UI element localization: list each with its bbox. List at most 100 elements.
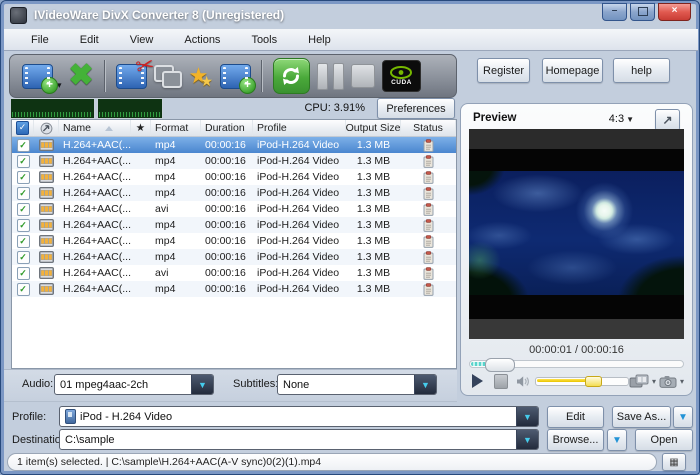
checkbox-checked-icon: ✓ — [17, 139, 30, 152]
register-button[interactable]: Register — [477, 58, 530, 83]
speaker-icon[interactable] — [516, 375, 531, 388]
table-row[interactable]: ✓ H.264+AAC(... mp4 00:00:16 iPod-H.264 … — [12, 169, 456, 185]
browse-dropdown-button[interactable]: ▼ — [607, 429, 627, 451]
table-row[interactable]: ✓ H.264+AAC(... mp4 00:00:16 iPod-H.264 … — [12, 249, 456, 265]
row-checkbox[interactable]: ✓ — [12, 281, 34, 297]
play-button[interactable] — [472, 374, 483, 388]
table-row[interactable]: ✓ H.264+AAC(... mp4 00:00:16 iPod-H.264 … — [12, 137, 456, 153]
file-name: H.264+AAC(... — [59, 185, 131, 201]
help-button[interactable]: help — [613, 58, 670, 83]
stop-button[interactable] — [351, 57, 375, 95]
table-row[interactable]: ✓ H.264+AAC(... mp4 00:00:16 iPod-H.264 … — [12, 153, 456, 169]
file-name: H.264+AAC(... — [59, 201, 131, 217]
table-row[interactable]: ✓ H.264+AAC(... mp4 00:00:16 iPod-H.264 … — [12, 233, 456, 249]
dropdown-arrow-icon[interactable]: ▼ — [191, 375, 213, 394]
audio-select[interactable]: 01 mpeg4aac-2ch ▼ — [54, 374, 214, 395]
edit-profile-button[interactable]: Edit — [547, 406, 604, 428]
aspect-ratio-select[interactable]: 4:3 ▼ — [609, 113, 634, 125]
type-column-header[interactable] — [34, 120, 59, 136]
save-as-dropdown-button[interactable]: ▼ — [673, 406, 693, 428]
convert-arrows-icon — [280, 65, 302, 87]
homepage-button[interactable]: Homepage — [542, 58, 603, 83]
merge-button[interactable]: + — [220, 57, 251, 95]
file-output-size: 1.3 MB — [346, 169, 401, 185]
file-profile: iPod-H.264 Video — [253, 265, 346, 281]
row-checkbox[interactable]: ✓ — [12, 153, 34, 169]
status-column-header[interactable]: Status — [401, 120, 456, 136]
open-folder-button[interactable]: Open — [635, 429, 693, 451]
menu-file[interactable]: File — [31, 31, 49, 49]
seek-handle[interactable] — [485, 358, 515, 372]
table-row[interactable]: ✓ H.264+AAC(... mp4 00:00:16 iPod-H.264 … — [12, 185, 456, 201]
file-duration: 00:00:16 — [201, 217, 253, 233]
subtitles-value: None — [278, 379, 414, 391]
browse-button[interactable]: Browse... — [547, 429, 604, 451]
menu-tools[interactable]: Tools — [251, 31, 277, 49]
camera-snapshot-button[interactable] — [659, 375, 677, 388]
row-checkbox[interactable]: ✓ — [12, 137, 34, 153]
pause-button[interactable] — [317, 57, 344, 95]
file-type-icon — [34, 185, 59, 201]
preferences-button[interactable]: Preferences — [377, 98, 455, 119]
row-checkbox[interactable]: ✓ — [12, 249, 34, 265]
row-checkbox[interactable]: ✓ — [12, 233, 34, 249]
cuda-button[interactable]: CUDA — [382, 60, 421, 92]
table-row[interactable]: ✓ H.264+AAC(... mp4 00:00:16 iPod-H.264 … — [12, 281, 456, 297]
row-checkbox[interactable]: ✓ — [12, 217, 34, 233]
file-name: H.264+AAC(... — [59, 137, 131, 153]
file-profile: iPod-H.264 Video — [253, 281, 346, 297]
file-star — [131, 217, 151, 233]
file-duration: 00:00:16 — [201, 281, 253, 297]
table-row[interactable]: ✓ H.264+AAC(... mp4 00:00:16 iPod-H.264 … — [12, 217, 456, 233]
destination-select[interactable]: C:\sample ▼ — [59, 429, 539, 450]
stop-playback-button[interactable] — [494, 374, 508, 389]
minimize-button[interactable]: – — [602, 3, 627, 21]
row-checkbox[interactable]: ✓ — [12, 169, 34, 185]
trim-button[interactable]: ✂ — [116, 57, 147, 95]
table-row[interactable]: ✓ H.264+AAC(... avi 00:00:16 iPod-H.264 … — [12, 201, 456, 217]
row-checkbox[interactable]: ✓ — [12, 201, 34, 217]
convert-button[interactable] — [273, 58, 310, 94]
file-status-icon — [401, 185, 456, 201]
dropdown-arrow-icon[interactable]: ▼ — [516, 407, 538, 426]
snapshot-film-button[interactable] — [629, 374, 649, 389]
maximize-button[interactable] — [630, 3, 655, 21]
file-name: H.264+AAC(... — [59, 217, 131, 233]
file-output-size: 1.3 MB — [346, 281, 401, 297]
menu-help[interactable]: Help — [308, 31, 331, 49]
dropdown-arrow-icon[interactable]: ▼ — [414, 375, 436, 394]
menu-edit[interactable]: Edit — [80, 31, 99, 49]
menu-actions[interactable]: Actions — [184, 31, 220, 49]
save-as-button[interactable]: Save As... — [612, 406, 671, 428]
name-column-header[interactable]: Name — [59, 120, 131, 136]
menu-view[interactable]: View — [130, 31, 154, 49]
close-button[interactable]: × — [658, 3, 691, 21]
detach-preview-button[interactable]: ↗ — [655, 109, 680, 131]
profile-select[interactable]: iPod - H.264 Video ▼ — [59, 406, 539, 427]
toolbar: + ▾ ✖ ✂ ★ ★ + — [9, 54, 457, 98]
layout-toggle-button[interactable]: ▦ — [662, 453, 686, 471]
output-size-column-header[interactable]: Output Size — [346, 120, 401, 136]
row-checkbox[interactable]: ✓ — [12, 185, 34, 201]
caret-down-icon[interactable]: ▾ — [680, 377, 684, 386]
star-column-header[interactable]: ★ — [131, 120, 151, 136]
dropdown-arrow-icon[interactable]: ▼ — [516, 430, 538, 449]
seek-bar[interactable] — [469, 360, 684, 368]
file-star — [131, 169, 151, 185]
duration-column-header[interactable]: Duration — [201, 120, 253, 136]
row-checkbox[interactable]: ✓ — [12, 265, 34, 281]
checkbox-checked-icon: ✓ — [17, 283, 30, 296]
effect-button[interactable]: ★ ★ — [189, 57, 213, 95]
subtitles-select[interactable]: None ▼ — [277, 374, 437, 395]
caret-down-icon[interactable]: ▾ — [652, 377, 656, 386]
profile-column-header[interactable]: Profile — [253, 120, 346, 136]
table-row[interactable]: ✓ H.264+AAC(... avi 00:00:16 iPod-H.264 … — [12, 265, 456, 281]
crop-button[interactable] — [154, 57, 182, 95]
volume-slider[interactable] — [535, 377, 629, 386]
remove-button[interactable]: ✖ — [69, 57, 94, 95]
add-video-button[interactable]: + ▾ — [22, 57, 62, 95]
format-column-header[interactable]: Format — [151, 120, 201, 136]
select-all-checkbox[interactable]: ✓ — [12, 120, 34, 136]
volume-handle[interactable] — [585, 376, 602, 387]
file-star — [131, 249, 151, 265]
